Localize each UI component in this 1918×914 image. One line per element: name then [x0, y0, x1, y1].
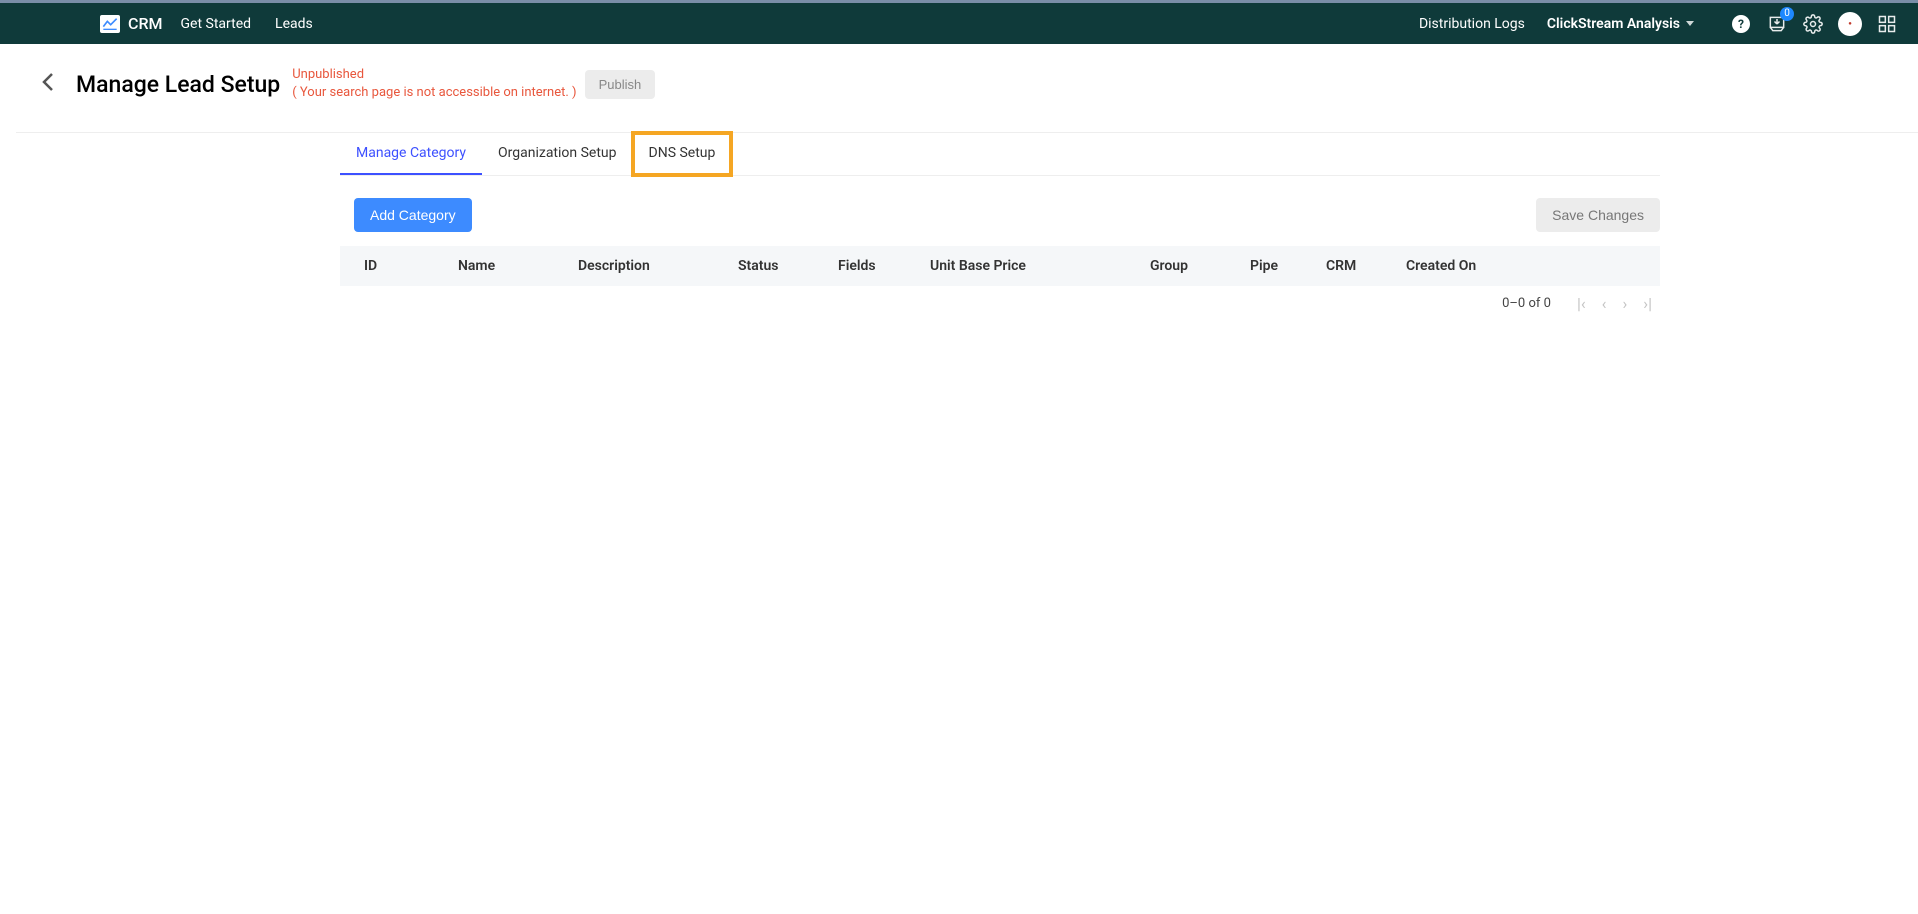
save-changes-button[interactable]: Save Changes [1536, 198, 1660, 232]
top-bar: CRM Get Started Leads Distribution Logs … [0, 0, 1918, 44]
pager-range: 0–0 of 0 [1502, 296, 1551, 311]
brand-label: CRM [128, 14, 163, 33]
chevron-down-icon [1686, 21, 1694, 26]
pager-next-icon[interactable]: › [1622, 294, 1627, 313]
add-category-button[interactable]: Add Category [354, 198, 472, 232]
notification-badge: 0 [1780, 7, 1794, 21]
apps-icon[interactable] [1876, 13, 1898, 35]
actions-row: Add Category Save Changes [340, 176, 1660, 246]
inbox-icon[interactable]: 0 [1766, 13, 1788, 35]
col-unit-base-price: Unit Base Price [930, 258, 1150, 274]
pager-prev-icon[interactable]: ‹ [1602, 294, 1607, 313]
nav-distribution-logs[interactable]: Distribution Logs [1419, 16, 1525, 32]
nav-clickstream-analysis[interactable]: ClickStream Analysis [1547, 16, 1694, 32]
main-content: Manage Category Organization Setup DNS S… [340, 133, 1660, 321]
pager-last-icon[interactable]: ›| [1643, 294, 1652, 313]
col-id: ID [358, 258, 458, 274]
publish-status: Unpublished ( Your search page is not ac… [292, 66, 576, 102]
pager: 0–0 of 0 |‹ ‹ › ›| [340, 286, 1660, 321]
back-icon[interactable] [40, 70, 56, 98]
col-description: Description [578, 258, 738, 274]
col-status: Status [738, 258, 838, 274]
help-icon[interactable]: ? [1730, 13, 1752, 35]
tab-dns-setup[interactable]: DNS Setup [633, 133, 732, 175]
col-name: Name [458, 258, 578, 274]
nav-get-started[interactable]: Get Started [181, 16, 252, 32]
avatar[interactable]: ● [1838, 12, 1862, 36]
table-header: ID Name Description Status Fields Unit B… [340, 246, 1660, 286]
pager-first-icon[interactable]: |‹ [1577, 294, 1586, 313]
nav-leads[interactable]: Leads [275, 16, 313, 32]
status-line2: ( Your search page is not accessible on … [292, 84, 576, 102]
col-group: Group [1150, 258, 1250, 274]
col-crm: CRM [1326, 258, 1406, 274]
logo-icon [100, 15, 120, 33]
col-pipe: Pipe [1250, 258, 1326, 274]
tabs-row: Manage Category Organization Setup DNS S… [340, 133, 1660, 176]
col-fields: Fields [838, 258, 930, 274]
page-title: Manage Lead Setup [76, 71, 280, 98]
settings-icon[interactable] [1802, 13, 1824, 35]
nav-clickstream-label: ClickStream Analysis [1547, 16, 1680, 32]
status-line1: Unpublished [292, 66, 576, 84]
tab-manage-category[interactable]: Manage Category [340, 133, 482, 175]
publish-button[interactable]: Publish [585, 70, 656, 99]
page-header: Manage Lead Setup Unpublished ( Your sea… [0, 44, 1918, 132]
col-created-on: Created On [1406, 258, 1556, 274]
tab-organization-setup[interactable]: Organization Setup [482, 133, 633, 175]
